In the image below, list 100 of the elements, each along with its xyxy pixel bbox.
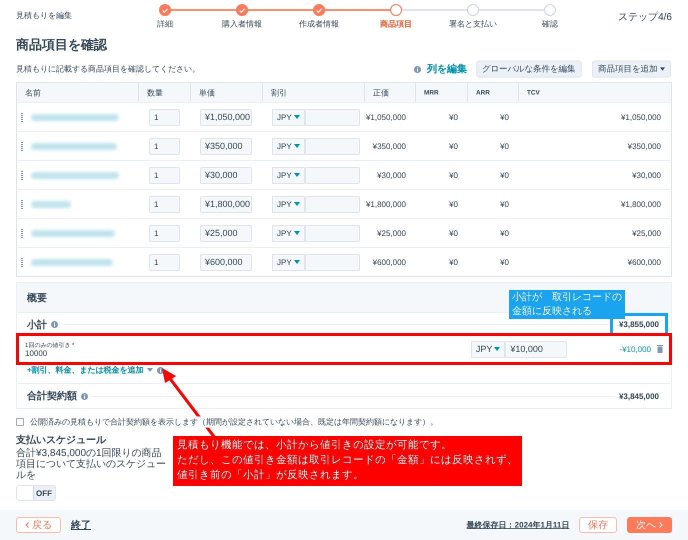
- edit-terms-button[interactable]: グローバルな条件を編集: [476, 60, 582, 78]
- tcv-cell-text: ¥1,050,000: [620, 112, 662, 124]
- annotation-note: 見積もり機能では、小計から値引きの設定が可能です。 ただし、この値引き金額は取引レコードの「金額」には反映されず、 値引き前の「小計」が反映されます。: [173, 436, 522, 486]
- payment-title: 支払いスケジュール: [16, 434, 108, 447]
- drag-handle-icon[interactable]: [21, 170, 23, 180]
- add-item-dropdown[interactable]: 商品項目を追加: [592, 60, 672, 78]
- checkbox[interactable]: [16, 418, 24, 426]
- step-label[interactable]: 署名と支払い: [448, 18, 497, 30]
- caret-icon: [294, 115, 300, 119]
- drag-handle-icon[interactable]: [21, 258, 23, 266]
- step-label[interactable]: 詳細: [156, 18, 172, 30]
- quantity-field[interactable]: 1: [149, 196, 180, 212]
- unit-price-field[interactable]: ¥350,000: [200, 138, 252, 154]
- total-value: ¥3,845,000: [618, 392, 659, 400]
- section-title: 商品項目を確認: [16, 36, 108, 54]
- list-price-cell-text: ¥1,800,000: [365, 198, 407, 210]
- subtotal-value: ¥3,855,000: [612, 316, 665, 333]
- step-counter: ステップ4/6: [618, 10, 672, 24]
- caret-icon: [294, 260, 300, 264]
- arr-cell-text: ¥0: [499, 228, 510, 240]
- discount-amount-field[interactable]: ¥10,000: [505, 340, 568, 358]
- last-saved-link[interactable]: 最終保存日：2024年1月11日: [466, 519, 569, 531]
- list-price-cell-text: ¥1,050,000: [365, 112, 407, 124]
- drag-handle-icon[interactable]: [21, 112, 23, 122]
- step-label[interactable]: 作成者情報: [298, 18, 339, 30]
- list-price-cell-text: ¥30,000: [376, 170, 407, 182]
- currency-select[interactable]: JPY: [470, 340, 506, 358]
- currency-select[interactable]: JPY: [272, 166, 305, 184]
- currency-select[interactable]: JPY: [272, 254, 305, 270]
- payment-description: 合計¥3,845,000の1回限りの商品項目について支払いのスケジュールを: [16, 448, 167, 481]
- discount-field[interactable]: [304, 224, 360, 242]
- annotation-note: 小計が 取引レコードの 金額に反映される: [509, 290, 625, 319]
- redacted-text: [31, 200, 71, 208]
- list-price-cell-text: ¥600,000: [372, 256, 407, 268]
- quantity-field[interactable]: 1: [149, 138, 180, 154]
- unit-price-field[interactable]: ¥25,000: [200, 224, 252, 242]
- arr-cell-text: ¥0: [499, 112, 510, 124]
- discount-field[interactable]: [304, 166, 360, 184]
- edit-columns-link[interactable]: 列を編集: [427, 62, 467, 76]
- exit-link[interactable]: 終了: [71, 518, 91, 532]
- chevron-left-icon: [25, 522, 29, 528]
- caret-icon: [146, 368, 153, 372]
- section-description: 見積もりに記載する商品項目を確認してください。: [16, 64, 201, 75]
- list-price-cell-text: ¥25,000: [376, 228, 407, 240]
- subtotal-label: 小計: [27, 318, 47, 332]
- drag-handle-icon[interactable]: [21, 228, 23, 238]
- discount-name-value[interactable]: 10000: [25, 348, 471, 358]
- discount-result: -¥10,000: [619, 344, 651, 354]
- caret-icon: [294, 231, 300, 235]
- discount-field[interactable]: [304, 196, 360, 212]
- tcv-cell-text: ¥1,800,000: [620, 198, 662, 210]
- tcv-cell-text: ¥25,000: [631, 228, 662, 240]
- quantity-field[interactable]: 1: [149, 224, 180, 242]
- tcv-cell-text: ¥350,000: [626, 140, 662, 152]
- mrr-cell-text: ¥0: [448, 140, 459, 152]
- caret-icon: [294, 173, 300, 177]
- mrr-cell-text: ¥0: [448, 170, 459, 182]
- discount-field[interactable]: [304, 108, 360, 126]
- caret-icon: [660, 67, 666, 71]
- quantity-field[interactable]: 1: [149, 108, 180, 126]
- add-discount-link[interactable]: +割引、料金、または税金を追加: [27, 364, 144, 376]
- currency-select[interactable]: JPY: [272, 138, 305, 154]
- discount-field[interactable]: [304, 138, 360, 154]
- chevron-right-icon: [659, 522, 663, 528]
- trash-icon[interactable]: [657, 345, 663, 353]
- toggle-switch[interactable]: OFF: [16, 485, 56, 501]
- unit-price-field[interactable]: ¥600,000: [200, 254, 252, 270]
- arr-cell-text: ¥0: [499, 198, 510, 210]
- quantity-field[interactable]: 1: [149, 254, 180, 270]
- currency-select[interactable]: JPY: [272, 196, 305, 212]
- caret-icon: [494, 347, 500, 351]
- tcv-cell-text: ¥600,000: [626, 256, 662, 268]
- tcv-cell-text: ¥30,000: [631, 170, 662, 182]
- page-title: 見積もりを編集: [16, 10, 72, 22]
- currency-select[interactable]: JPY: [272, 108, 305, 126]
- quantity-field[interactable]: 1: [149, 166, 180, 184]
- arr-cell-text: ¥0: [499, 170, 510, 182]
- mrr-cell-text: ¥0: [448, 198, 459, 210]
- mrr-cell-text: ¥0: [448, 228, 459, 240]
- caret-icon: [294, 144, 300, 148]
- mrr-cell-text: ¥0: [448, 256, 459, 268]
- info-icon: [51, 321, 58, 328]
- info-icon: [414, 66, 421, 72]
- drag-handle-icon[interactable]: [21, 200, 23, 208]
- unit-price-field[interactable]: ¥30,000: [200, 166, 252, 184]
- drag-handle-icon[interactable]: [21, 142, 23, 150]
- currency-select[interactable]: JPY: [272, 224, 305, 242]
- step-label[interactable]: 購入者情報: [222, 18, 262, 30]
- info-icon: [81, 392, 88, 400]
- discount-field[interactable]: [304, 254, 360, 270]
- mrr-cell-text: ¥0: [448, 112, 459, 124]
- arr-cell-text: ¥0: [499, 140, 510, 152]
- unit-price-field[interactable]: ¥1,050,000: [200, 108, 252, 126]
- unit-price-field[interactable]: ¥1,800,000: [200, 196, 252, 212]
- summary-title: 概要: [27, 292, 47, 304]
- list-price-cell-text: ¥350,000: [372, 140, 407, 152]
- step-label[interactable]: 確認: [542, 18, 558, 30]
- arr-cell-text: ¥0: [499, 256, 510, 268]
- caret-icon: [294, 202, 300, 206]
- total-label: 合計契約額: [27, 390, 77, 403]
